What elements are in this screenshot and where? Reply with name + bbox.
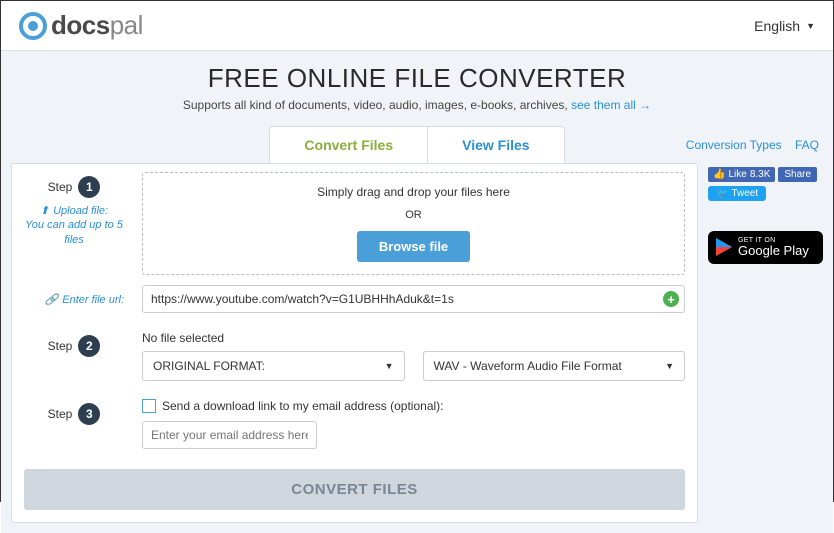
subtitle-text: Supports all kind of documents, video, a… bbox=[183, 98, 571, 112]
chevron-down-icon: ▼ bbox=[385, 361, 394, 371]
conversion-types-link[interactable]: Conversion Types bbox=[686, 138, 782, 152]
no-file-text: No file selected bbox=[142, 331, 685, 345]
email-check-row: Send a download link to my email address… bbox=[142, 399, 685, 413]
step-1-badge: Step 1 bbox=[48, 176, 101, 198]
url-label-text: Enter file url: bbox=[62, 294, 124, 306]
step-3-row: Step 3 Send a download link to my email … bbox=[24, 399, 685, 449]
formats-row: ORIGINAL FORMAT: ▼ WAV - Waveform Audio … bbox=[142, 351, 685, 381]
format-to-select[interactable]: WAV - Waveform Audio File Format ▼ bbox=[423, 351, 686, 381]
email-input[interactable] bbox=[142, 421, 317, 449]
main: Step 1 ⬆ Upload file: You can add up to 5… bbox=[1, 163, 833, 533]
email-checkbox[interactable] bbox=[142, 399, 156, 413]
like-label: Like bbox=[728, 169, 746, 180]
step-2-content: No file selected ORIGINAL FORMAT: ▼ WAV … bbox=[142, 331, 685, 381]
step-2-left: Step 2 bbox=[24, 331, 124, 357]
format-from-select[interactable]: ORIGINAL FORMAT: ▼ bbox=[142, 351, 405, 381]
google-play-badge[interactable]: GET IT ON Google Play bbox=[708, 231, 823, 264]
tweet-button[interactable]: 🐦Tweet bbox=[708, 186, 766, 201]
gplay-large: Google Play bbox=[738, 244, 809, 258]
logo-text: docspal bbox=[51, 10, 143, 41]
gplay-text: GET IT ON Google Play bbox=[738, 237, 809, 258]
url-input[interactable] bbox=[142, 285, 685, 313]
like-count: 8.3K bbox=[750, 169, 771, 180]
tab-convert[interactable]: Convert Files bbox=[270, 127, 428, 163]
see-all-link[interactable]: see them all → bbox=[571, 98, 651, 112]
url-label: 🔗Enter file url: bbox=[24, 293, 124, 306]
chevron-down-icon: ▼ bbox=[806, 21, 815, 31]
url-row: 🔗Enter file url: + bbox=[24, 285, 685, 313]
step-3-badge: Step 3 bbox=[48, 403, 101, 425]
step-1-label: Step bbox=[48, 180, 73, 194]
step-2-num: 2 bbox=[78, 335, 100, 357]
brand-docs: docs bbox=[51, 10, 110, 40]
url-input-wrap: + bbox=[142, 285, 685, 313]
step-2-row: Step 2 No file selected ORIGINAL FORMAT:… bbox=[24, 331, 685, 381]
twitter-row: 🐦Tweet bbox=[708, 186, 823, 201]
brand-pal: pal bbox=[110, 10, 143, 40]
or-text: OR bbox=[143, 209, 684, 221]
convert-button[interactable]: CONVERT FILES bbox=[24, 469, 685, 510]
play-icon bbox=[716, 238, 732, 256]
hero: FREE ONLINE FILE CONVERTER Supports all … bbox=[1, 51, 833, 163]
language-selector[interactable]: English ▼ bbox=[754, 18, 815, 34]
twitter-icon: 🐦 bbox=[716, 188, 728, 199]
step-1-num: 1 bbox=[78, 176, 100, 198]
upload-text: Upload file: bbox=[53, 204, 108, 218]
step-2-badge: Step 2 bbox=[48, 335, 101, 357]
step-1-row: Step 1 ⬆ Upload file: You can add up to 5… bbox=[24, 172, 685, 275]
fb-like-button[interactable]: 👍Like 8.3K bbox=[708, 167, 775, 182]
step-3-num: 3 bbox=[78, 403, 100, 425]
social-buttons: 👍Like 8.3K Share bbox=[708, 167, 823, 182]
logo-icon bbox=[19, 12, 47, 40]
email-checkbox-label: Send a download link to my email address… bbox=[162, 399, 443, 413]
subtitle: Supports all kind of documents, video, a… bbox=[1, 98, 833, 112]
link-icon: 🔗 bbox=[45, 293, 59, 306]
tabs-row: Convert Files View Files Conversion Type… bbox=[1, 126, 833, 163]
step-2-label: Step bbox=[48, 339, 73, 353]
tab-view[interactable]: View Files bbox=[428, 127, 563, 163]
upload-file-label: ⬆ Upload file: bbox=[40, 204, 108, 218]
browse-button[interactable]: Browse file bbox=[357, 231, 470, 262]
logo[interactable]: docspal bbox=[19, 10, 143, 41]
right-links: Conversion Types FAQ bbox=[676, 138, 819, 152]
step-3-label: Step bbox=[48, 407, 73, 421]
fb-share-button[interactable]: Share bbox=[778, 167, 817, 182]
header: docspal English ▼ bbox=[1, 1, 833, 51]
page-title: FREE ONLINE FILE CONVERTER bbox=[1, 63, 833, 94]
format-to-label: WAV - Waveform Audio File Format bbox=[434, 359, 622, 373]
upload-icon: ⬆ bbox=[40, 204, 49, 218]
add-url-button[interactable]: + bbox=[663, 291, 679, 307]
tweet-label: Tweet bbox=[731, 188, 758, 199]
upload-hint: ⬆ Upload file: You can add up to 5 files bbox=[24, 204, 124, 247]
thumb-icon: 👍 bbox=[713, 169, 725, 180]
panel: Step 1 ⬆ Upload file: You can add up to 5… bbox=[11, 163, 698, 523]
step-3-left: Step 3 bbox=[24, 399, 124, 425]
drop-text: Simply drag and drop your files here bbox=[143, 185, 684, 199]
faq-link[interactable]: FAQ bbox=[795, 138, 819, 152]
format-from-label: ORIGINAL FORMAT: bbox=[153, 359, 265, 373]
language-label: English bbox=[754, 18, 800, 34]
drop-zone[interactable]: Simply drag and drop your files here OR … bbox=[142, 172, 685, 275]
sidebar: 👍Like 8.3K Share 🐦Tweet GET IT ON Google… bbox=[708, 163, 823, 523]
tabs: Convert Files View Files bbox=[269, 126, 564, 163]
chevron-down-icon: ▼ bbox=[665, 361, 674, 371]
upload-hint-text: You can add up to 5 files bbox=[24, 218, 124, 247]
step-3-content: Send a download link to my email address… bbox=[142, 399, 685, 449]
step-1-left: Step 1 ⬆ Upload file: You can add up to 5… bbox=[24, 172, 124, 247]
